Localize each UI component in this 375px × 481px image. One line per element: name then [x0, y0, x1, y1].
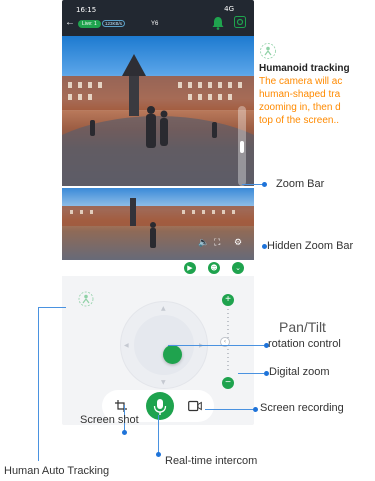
intercom-label: Real-time intercom	[165, 455, 258, 467]
zoom-bar-label: Zoom Bar	[276, 178, 325, 190]
zoom-in-button[interactable]: +	[222, 294, 234, 306]
joystick-knob[interactable]	[163, 345, 182, 364]
screen-recording-leader	[205, 409, 253, 410]
humanoid-tracking-description: Humanoid tracking The camera will ac hum…	[259, 62, 375, 127]
phone-screen: 16:15 4G ← Live: 1 123KB/s Y6 🔈 ⛶ ⚙ ▶ ☻ …	[62, 0, 254, 425]
speaker-icon[interactable]: 🔈	[198, 238, 209, 248]
fullscreen-icon[interactable]: ⛶	[214, 238, 220, 248]
digital-zoom-leader	[238, 373, 264, 374]
auto-tracking-leader-h	[38, 307, 66, 308]
tracking-person-icon[interactable]: ☻	[208, 262, 220, 274]
screen-recording-label: Screen recording	[260, 402, 344, 414]
pan-tilt-leader	[168, 345, 264, 346]
tracking-line-2: human-shaped tra	[259, 89, 341, 100]
bitrate-badge: 123KB/s	[102, 20, 126, 27]
tracking-line-1: The camera will ac	[259, 76, 343, 87]
human-tracking-icon[interactable]	[78, 291, 94, 307]
screen-recording-dot	[253, 407, 258, 412]
zoom-bar[interactable]	[238, 106, 246, 186]
pan-tilt-label: Pan/Tilt	[279, 319, 326, 335]
settings-gear-icon[interactable]	[234, 16, 246, 28]
rotation-control-label: rotation control	[268, 338, 341, 350]
play-icon[interactable]: ▶	[184, 262, 196, 274]
video-record-icon[interactable]	[188, 400, 202, 412]
tracking-mode-icon	[260, 43, 276, 59]
arrow-down-icon[interactable]: ▼	[161, 379, 166, 386]
microphone-icon	[153, 399, 167, 415]
chevron-down-icon[interactable]: ⌄	[232, 262, 244, 274]
plaza-scene	[62, 54, 254, 186]
screen-shot-dot	[122, 430, 127, 435]
status-time: 16:15	[76, 6, 97, 14]
back-arrow-icon[interactable]: ←	[65, 17, 75, 28]
screen-shot-label: Screen shot	[80, 414, 139, 426]
tracking-line-4: top of the screen..	[259, 115, 340, 126]
tracking-title: Humanoid tracking	[259, 63, 350, 74]
live-badge: Live: 1	[78, 20, 101, 28]
live-video-main[interactable]	[62, 36, 254, 186]
gear-icon[interactable]: ⚙	[234, 238, 242, 248]
arrow-up-icon[interactable]: ▲	[161, 305, 166, 312]
arrow-left-icon[interactable]: ◀	[124, 342, 129, 349]
microphone-button[interactable]	[146, 392, 174, 420]
bell-icon[interactable]	[212, 16, 224, 30]
zoom-out-button[interactable]: −	[222, 377, 234, 389]
intercom-leader	[158, 415, 159, 454]
auto-tracking-leader-v	[38, 307, 39, 461]
human-auto-tracking-label: Human Auto Tracking	[4, 465, 110, 477]
zoom-bar-leader	[242, 184, 264, 185]
video-toolbar: 🔈 ⛶ ⚙	[194, 238, 254, 252]
hidden-zoom-bar-label: Hidden Zoom Bar	[267, 240, 354, 252]
zoom-bar-thumb[interactable]	[240, 141, 244, 153]
tracking-line-3: zooming in, then d	[259, 102, 341, 113]
device-name: Y6	[151, 21, 159, 27]
zoom-bar-dot	[262, 182, 267, 187]
control-panel: ▲ ▼ ◀ ▶ + ‹ −	[62, 276, 254, 425]
network-indicator: 4G	[224, 5, 234, 13]
digital-zoom-label: Digital zoom	[269, 366, 330, 378]
crop-screenshot-icon[interactable]	[115, 400, 127, 412]
intercom-dot	[156, 452, 161, 457]
feature-icon-row: ▶ ☻ ⌄	[184, 262, 248, 276]
status-bar: 16:15 4G ← Live: 1 123KB/s Y6	[62, 0, 254, 36]
